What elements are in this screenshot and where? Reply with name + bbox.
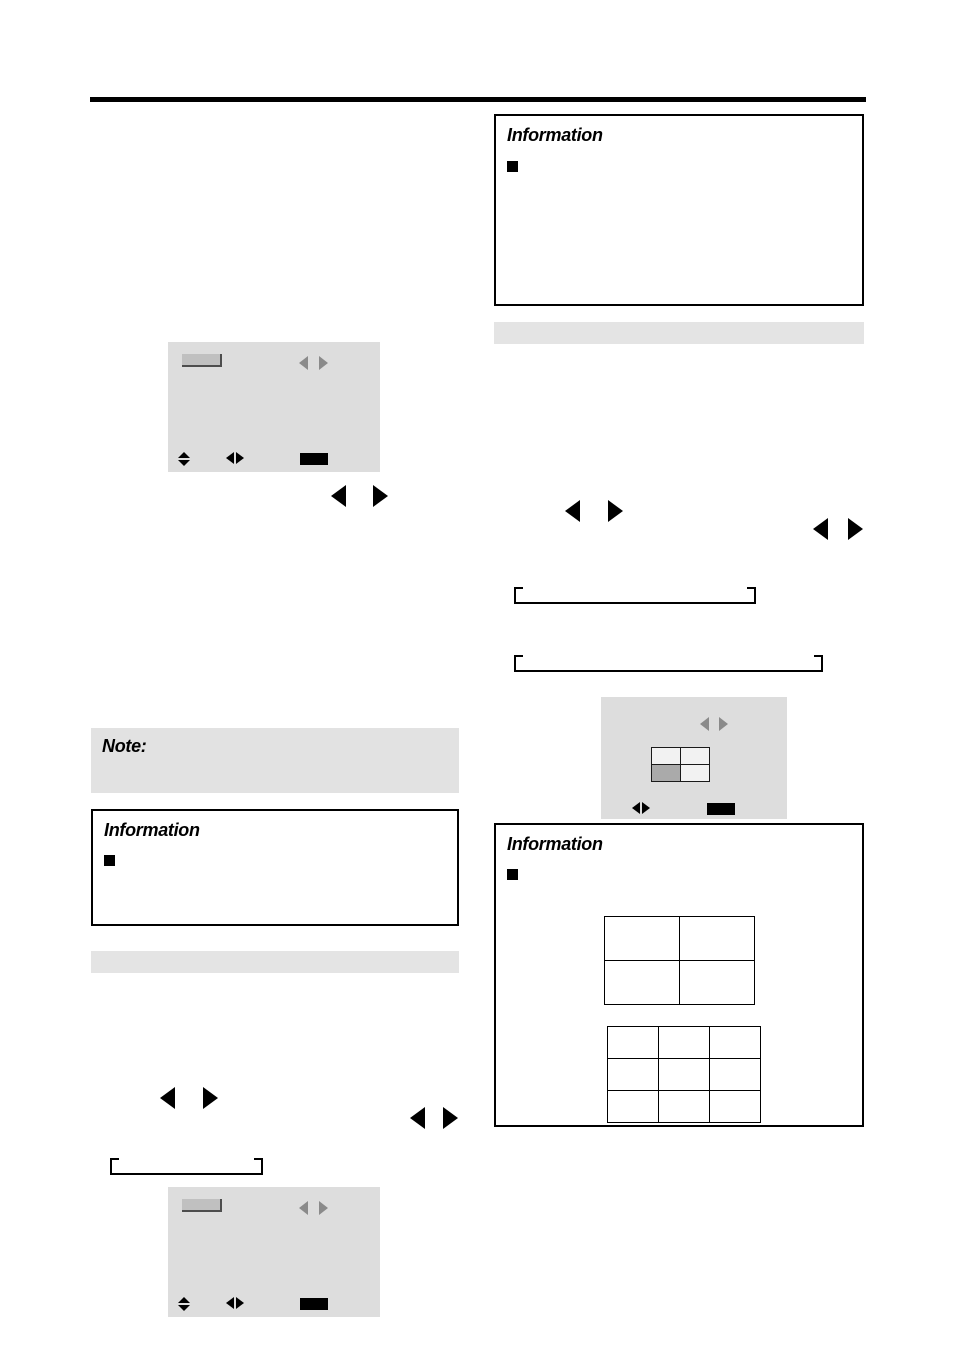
- table-cell: [709, 1090, 761, 1123]
- table-cell: [604, 916, 680, 961]
- triangle-right-icon[interactable]: [319, 356, 328, 370]
- information-title: Information: [104, 820, 200, 840]
- information-table-2x2: [604, 916, 755, 1005]
- osd-grid-cell[interactable]: [680, 747, 710, 765]
- button-ref-triangle-left-3: [410, 1107, 425, 1129]
- button-ref-triangle-left-r2: [813, 518, 828, 540]
- button-ref-triangle-right-r2: [848, 518, 863, 540]
- information-box-right-bottom: Information: [494, 823, 864, 1127]
- information-table-3x3: [607, 1026, 761, 1123]
- section-header-bar-left: [91, 951, 459, 973]
- information-title: Information: [507, 125, 603, 145]
- information-title: Information: [507, 834, 603, 854]
- table-cell: [658, 1026, 710, 1059]
- up-down-arrow-icon: [178, 452, 191, 466]
- square-bullet-icon: [104, 855, 115, 866]
- table-cell: [607, 1026, 659, 1059]
- triangle-right-icon[interactable]: [319, 1201, 328, 1215]
- osd-exit-chip[interactable]: [300, 1298, 328, 1310]
- bracket-label-right-1: [514, 587, 756, 604]
- table-cell: [709, 1026, 761, 1059]
- information-box-left: Information: [91, 809, 459, 926]
- document-page: Note: Information Information Informatio…: [0, 0, 954, 1351]
- table-cell: [658, 1058, 710, 1091]
- table-cell: [607, 1090, 659, 1123]
- table-cell: [658, 1090, 710, 1123]
- table-cell: [604, 960, 680, 1005]
- triangle-left-icon[interactable]: [299, 356, 308, 370]
- information-box-right-top: Information: [494, 114, 864, 306]
- osd-grid-cell-selected[interactable]: [651, 764, 681, 782]
- table-row: [607, 1090, 761, 1123]
- section-header-bar-right: [494, 322, 864, 344]
- left-right-arrow-icon: [226, 452, 246, 465]
- osd-highlight-bar[interactable]: [182, 1199, 222, 1212]
- osd-selection-grid[interactable]: [651, 747, 710, 782]
- table-cell: [709, 1058, 761, 1091]
- table-cell: [679, 916, 755, 961]
- up-down-arrow-icon: [178, 1297, 191, 1311]
- osd-exit-chip[interactable]: [300, 453, 328, 465]
- bracket-label-right-2: [514, 655, 823, 672]
- button-ref-triangle-left-r1: [565, 500, 580, 522]
- osd-menu-bottom-left: [168, 1187, 380, 1317]
- triangle-left-icon[interactable]: [700, 717, 709, 731]
- table-row: [607, 1058, 761, 1091]
- osd-grid-cell[interactable]: [651, 747, 681, 765]
- button-ref-triangle-left-1: [331, 485, 346, 507]
- table-row: [604, 916, 755, 961]
- table-cell: [679, 960, 755, 1005]
- note-box: Note:: [91, 728, 459, 793]
- left-right-arrow-icon: [632, 802, 652, 815]
- square-bullet-icon: [507, 161, 518, 172]
- osd-menu-grid-right: [601, 697, 787, 819]
- triangle-right-icon[interactable]: [719, 717, 728, 731]
- left-right-arrow-icon: [226, 1297, 246, 1310]
- table-row: [607, 1026, 761, 1059]
- osd-grid-cell[interactable]: [680, 764, 710, 782]
- button-ref-triangle-right-3: [443, 1107, 458, 1129]
- note-title: Note:: [102, 736, 147, 756]
- button-ref-triangle-left-2: [160, 1087, 175, 1109]
- table-row: [604, 960, 755, 1005]
- osd-menu-top-left: [168, 342, 380, 472]
- square-bullet-icon: [507, 869, 518, 880]
- button-ref-triangle-right-2: [203, 1087, 218, 1109]
- osd-exit-chip[interactable]: [707, 803, 735, 815]
- header-rule: [90, 97, 866, 102]
- osd-highlight-bar[interactable]: [182, 354, 222, 367]
- table-cell: [607, 1058, 659, 1091]
- triangle-left-icon[interactable]: [299, 1201, 308, 1215]
- button-ref-triangle-right-r1: [608, 500, 623, 522]
- bracket-label-left: [110, 1158, 263, 1175]
- button-ref-triangle-right-1: [373, 485, 388, 507]
